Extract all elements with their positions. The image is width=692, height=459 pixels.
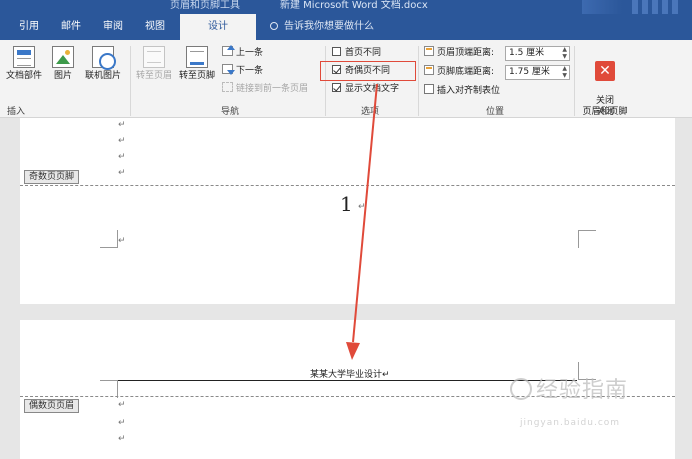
paragraph-mark: ↵ (118, 168, 126, 178)
show-document-text-checkbox[interactable]: 显示文档文字 (332, 82, 399, 96)
goto-footer-button[interactable]: 转至页脚 (176, 46, 218, 82)
header-top-distance-input[interactable]: 1.5 厘米 ▲ ▼ (505, 46, 570, 61)
different-first-page-checkbox[interactable]: 首页不同 (332, 46, 381, 60)
checkbox-unchecked-icon (332, 47, 341, 56)
online-picture-button[interactable]: 联机图片 (82, 46, 124, 82)
tab-view[interactable]: 视图 (136, 14, 174, 40)
odd-page-footer-tag: 奇数页页脚 (24, 170, 80, 184)
group-separator (418, 46, 419, 116)
tell-me-placeholder: 告诉我你想要做什么 (284, 21, 374, 32)
page-number[interactable]: 1 (340, 192, 353, 216)
header-rule-line (117, 380, 577, 381)
tell-me-box[interactable]: 告诉我你想要做什么 (270, 14, 374, 40)
document-area[interactable]: ↵ ↵ ↵ ↵ 奇数页页脚 1 ↵ ↵ 某某大学毕业设计↵ 偶数页页眉 ↵ ↵ … (0, 118, 692, 459)
picture-icon (52, 46, 74, 68)
watermark-logo-icon (510, 378, 532, 400)
ribbon-tabs: 引用 邮件 审阅 视图 设计 告诉我你想要做什么 (0, 14, 692, 40)
header-position-icon (424, 46, 434, 56)
link-to-previous-button[interactable]: 链接到前一条页眉 (222, 82, 308, 96)
goto-header-button[interactable]: 转至页眉 (134, 46, 174, 82)
title-bar: 页眉和页脚工具 新建 Microsoft Word 文档.docx (0, 0, 692, 14)
tab-mailings[interactable]: 邮件 (52, 14, 90, 40)
picture-button[interactable]: 图片 (48, 46, 78, 82)
paragraph-mark: ↵ (118, 418, 126, 428)
highlight-box (320, 61, 416, 81)
context-tab-title: 页眉和页脚工具 (170, 0, 240, 11)
group-label-position: 位置 (485, 107, 504, 117)
watermark-url: jingyan.baidu.com (520, 418, 621, 428)
tab-design[interactable]: 设计 (180, 14, 256, 40)
paragraph-mark: ↵ (118, 120, 126, 130)
next-button[interactable]: 下一条 (222, 64, 263, 78)
paragraph-mark: ↵ (358, 202, 366, 212)
paragraph-mark: ↵ (118, 152, 126, 162)
tab-review[interactable]: 审阅 (94, 14, 132, 40)
previous-button[interactable]: 上一条 (222, 45, 263, 60)
header-text[interactable]: 某某大学毕业设计↵ (310, 367, 390, 380)
group-separator (325, 46, 326, 116)
header-page-icon (143, 46, 165, 68)
checkbox-checked-icon (332, 83, 341, 92)
group-label-close: 关闭 (595, 107, 614, 117)
paragraph-mark: ↵ (118, 400, 126, 410)
spin-down-icon[interactable]: ▼ (562, 54, 567, 60)
spin-down-icon[interactable]: ▼ (562, 73, 567, 79)
margin-corner-mark (100, 230, 118, 248)
title-decoration (582, 0, 622, 14)
insert-alignment-tab-button[interactable]: 插入对齐制表位 (424, 84, 500, 98)
group-label-navigation: 导航 (220, 107, 239, 117)
close-icon: ✕ (595, 61, 615, 81)
doc-parts-button[interactable]: 文档部件 (4, 46, 44, 82)
watermark: 经验指南 (510, 372, 628, 404)
paragraph-mark: ↵ (118, 136, 126, 146)
header-top-distance-label: 页眉顶端距离: (424, 45, 494, 61)
margin-corner-mark (578, 230, 596, 248)
group-separator (574, 46, 575, 116)
group-separator (130, 46, 131, 116)
page-odd[interactable]: ↵ ↵ ↵ ↵ 奇数页页脚 1 ↵ ↵ (20, 118, 675, 304)
footer-page-icon (186, 46, 208, 68)
document-parts-icon (13, 46, 35, 68)
title-decoration-2 (632, 0, 682, 14)
footer-bottom-distance-label: 页脚底端距离: (424, 64, 494, 80)
document-title: 新建 Microsoft Word 文档.docx (280, 0, 428, 11)
group-label-insert: 插入 (6, 107, 25, 117)
search-icon (270, 22, 278, 30)
footer-bottom-distance-input[interactable]: 1.75 厘米 ▲ ▼ (505, 65, 570, 80)
paragraph-mark: ↵ (118, 236, 126, 246)
even-page-header-tag: 偶数页页眉 (24, 399, 80, 413)
link-icon (222, 82, 233, 92)
alignment-tab-icon (424, 84, 434, 94)
footer-position-icon (424, 65, 434, 75)
group-label-options: 选项 (360, 107, 379, 117)
tab-references[interactable]: 引用 (10, 14, 48, 40)
arrow-up-icon (222, 45, 235, 56)
footer-boundary-line (20, 185, 675, 186)
online-picture-icon (92, 46, 116, 70)
paragraph-mark: ↵ (118, 434, 126, 444)
arrow-down-icon (222, 64, 235, 75)
